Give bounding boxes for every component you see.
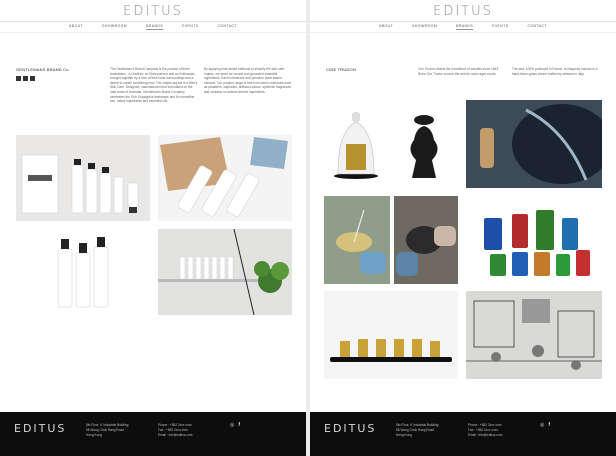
wick-hands-image-2[interactable] <box>394 196 458 284</box>
footer-address: 5th Floor, K Industrial Building 58 Wong… <box>396 423 439 437</box>
page-panel-left: EDITUS ABOUT SHOWROOM BRANDS EVENTS CONT… <box>0 0 306 456</box>
mail-icon[interactable] <box>23 76 28 81</box>
footer-logo[interactable]: EDITUS <box>324 422 376 435</box>
site-footer: EDITUS 5th Floor, K Industrial Building … <box>0 412 306 456</box>
page-panel-right: EDITUS ABOUT SHOWROOM BRANDS EVENTS CONT… <box>310 0 616 456</box>
main-nav: ABOUT SHOWROOM BRANDS EVENTS CONTACT <box>310 24 616 30</box>
nav-showroom[interactable]: SHOWROOM <box>412 24 437 30</box>
brand-desc-2: By applying time-tested methods to simpl… <box>204 67 292 94</box>
nav-brands[interactable]: BRANDS <box>146 24 164 30</box>
main-nav: ABOUT SHOWROOM BRANDS EVENTS CONTACT <box>0 24 306 30</box>
nav-contact[interactable]: CONTACT <box>217 24 236 30</box>
candle-bust-image[interactable] <box>324 100 458 188</box>
nav-showroom[interactable]: SHOWROOM <box>102 24 127 30</box>
brand-title: CIRE TRUDON <box>326 67 356 72</box>
brand-desc-2: The wax, 100% produced in France, is ele… <box>512 67 598 76</box>
nav-about[interactable]: ABOUT <box>69 24 83 30</box>
footer-contact: Phone : +852 2xxx xxxx Fax : +852 2xxx x… <box>158 423 193 437</box>
wick-hands-image[interactable] <box>324 196 390 284</box>
footer-address: 5th Floor, K Industrial Building 58 Wong… <box>86 423 129 437</box>
site-logo[interactable]: EDITUS <box>310 4 616 19</box>
site-footer: EDITUS 5th Floor, K Industrial Building … <box>310 412 616 456</box>
pump-bottles-image[interactable] <box>16 229 150 315</box>
header-divider <box>310 21 616 22</box>
shelf-plant-image[interactable] <box>158 229 292 315</box>
product-box-image[interactable] <box>16 135 150 221</box>
link-icon[interactable] <box>30 76 35 81</box>
footer-social: ◎ f <box>540 422 550 428</box>
nav-brands[interactable]: BRANDS <box>456 24 474 30</box>
bottles-tilted-image[interactable] <box>158 135 292 221</box>
candle-row-image[interactable] <box>324 291 458 379</box>
blue-glass-image[interactable] <box>466 100 602 188</box>
facebook-icon[interactable]: f <box>548 422 550 428</box>
brand-title: GENTLEMANS BRAND Co. <box>16 67 71 72</box>
nav-events[interactable]: EVENTS <box>182 24 198 30</box>
brand-icons <box>16 76 35 81</box>
header-divider <box>0 21 306 22</box>
site-logo[interactable]: EDITUS <box>0 4 306 19</box>
colored-glass-candles-image[interactable] <box>466 196 602 284</box>
nav-divider <box>0 32 306 33</box>
nav-contact[interactable]: CONTACT <box>527 24 546 30</box>
engraving-image[interactable] <box>466 291 602 379</box>
nav-divider <box>310 32 616 33</box>
footer-logo[interactable]: EDITUS <box>14 422 66 435</box>
facebook-icon[interactable]: f <box>238 422 240 428</box>
instagram-icon[interactable]: ◎ <box>230 422 234 428</box>
brand-desc-1: The Gentleman's Brand Company is the pro… <box>110 67 198 104</box>
brand-desc-1: Cire Trudon retains the excellence of ca… <box>418 67 499 76</box>
nav-events[interactable]: EVENTS <box>492 24 508 30</box>
nav-about[interactable]: ABOUT <box>379 24 393 30</box>
footer-contact: Phone : +852 2xxx xxxx Fax : +852 2xxx x… <box>468 423 503 437</box>
instagram-icon[interactable]: ◎ <box>540 422 544 428</box>
footer-social: ◎ f <box>230 422 240 428</box>
share-icon[interactable] <box>16 76 21 81</box>
